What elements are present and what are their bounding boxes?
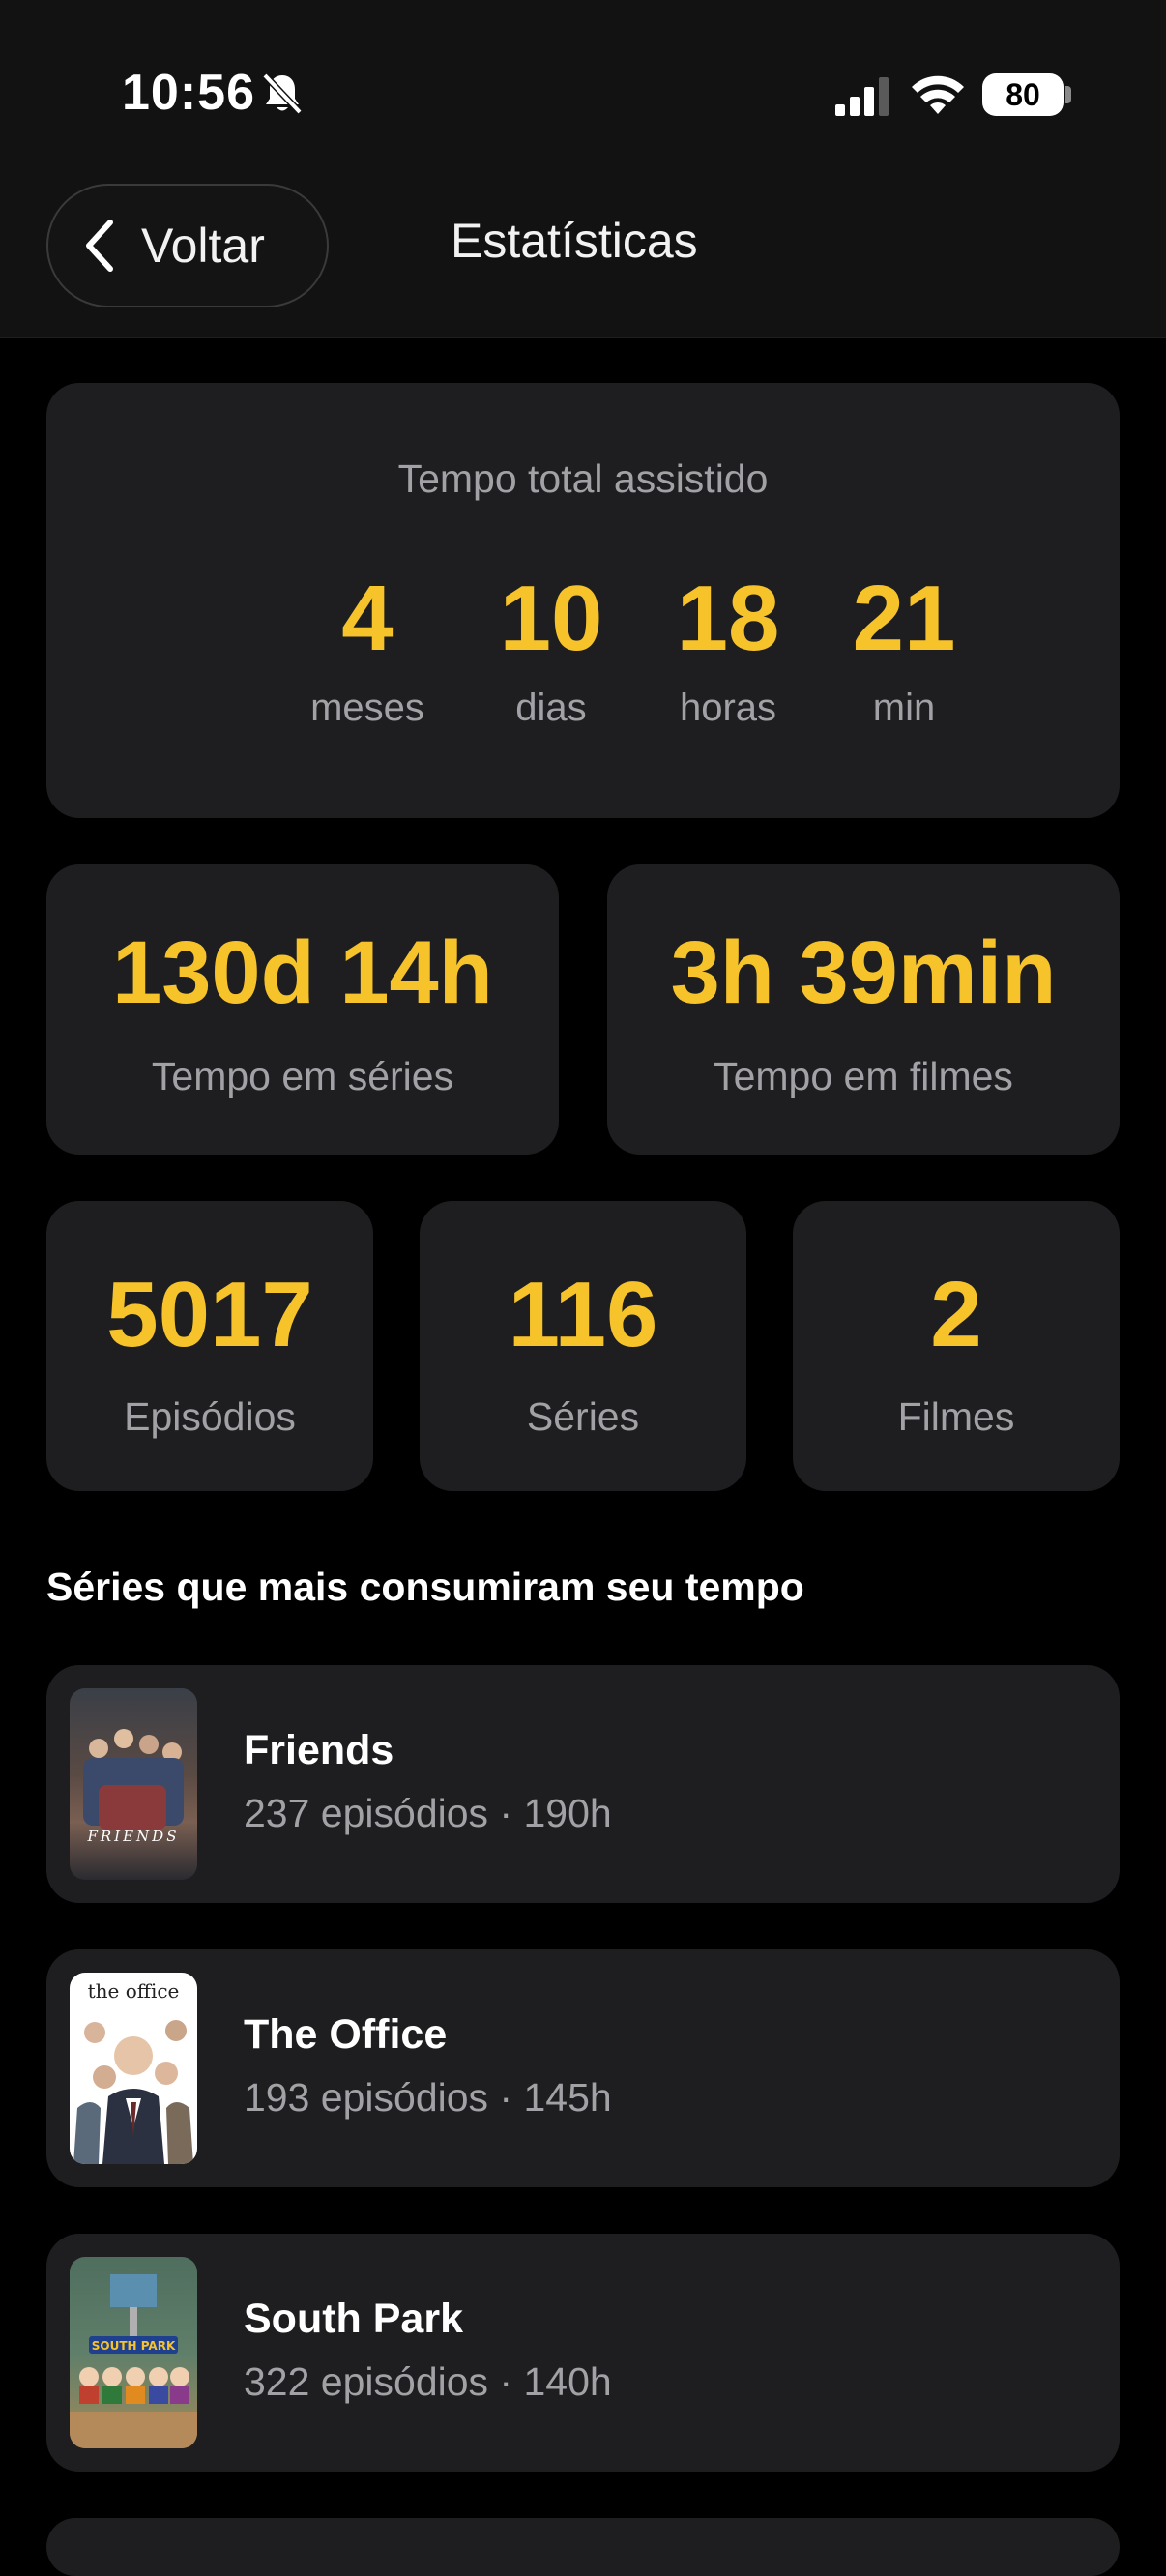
total-hours-value: 18 xyxy=(676,567,780,670)
the-office-poster: the office xyxy=(70,1973,197,2164)
total-months-label: meses xyxy=(310,687,424,729)
series-detail: 322 episódios · 140h xyxy=(244,2359,612,2404)
series-count-card: 116 Séries xyxy=(420,1201,746,1491)
movies-time-value: 3h 39min xyxy=(670,923,1057,1022)
series-row-friends[interactable]: FRIENDS Friends 237 episódios · 190h xyxy=(46,1665,1120,1903)
total-minutes: 21 min xyxy=(817,572,991,730)
series-row-south-park[interactable]: SOUTH PARK South Park 322 episódios · 14… xyxy=(46,2234,1120,2472)
south-park-poster: SOUTH PARK xyxy=(70,2257,197,2448)
total-days-label: dias xyxy=(515,687,587,729)
series-name: The Office xyxy=(244,2011,448,2058)
series-count-value: 116 xyxy=(508,1263,658,1366)
episodes-count-value: 5017 xyxy=(106,1263,313,1366)
wifi-icon xyxy=(912,75,964,114)
movies-count-card: 2 Filmes xyxy=(793,1201,1120,1491)
series-count-label: Séries xyxy=(526,1394,640,1439)
series-detail: 193 episódios · 145h xyxy=(244,2075,612,2120)
series-time-label: Tempo em séries xyxy=(151,1054,454,1098)
status-time: 10:56 xyxy=(122,65,255,121)
total-hours-label: horas xyxy=(679,687,777,729)
total-time-card: Tempo total assistido 4 meses 10 dias 18… xyxy=(46,383,1120,818)
cellular-signal-icon xyxy=(835,77,889,116)
series-time-value: 130d 14h xyxy=(112,923,493,1022)
south-park-poster-art: SOUTH PARK xyxy=(70,2274,197,2448)
total-months-value: 4 xyxy=(341,567,394,670)
total-days-value: 10 xyxy=(499,567,603,670)
bell-slash-icon xyxy=(262,73,303,115)
battery-icon: 80 xyxy=(982,73,1064,116)
top-series-title: Séries que mais consumiram seu tempo xyxy=(46,1565,804,1609)
the-office-poster-art: the office xyxy=(73,1979,193,2164)
episodes-count-card: 5017 Episódios xyxy=(46,1201,373,1491)
total-time-title: Tempo total assistido xyxy=(397,456,769,501)
status-bar: 10:56 80 xyxy=(0,0,1166,184)
back-button-label: Voltar xyxy=(141,219,265,273)
movies-count-label: Filmes xyxy=(897,1394,1015,1439)
movies-count-value: 2 xyxy=(930,1263,982,1366)
series-name: South Park xyxy=(244,2296,463,2342)
series-time-card: 130d 14h Tempo em séries xyxy=(46,864,559,1155)
friends-poster-art: FRIENDS xyxy=(83,1729,184,1845)
episodes-count-label: Episódios xyxy=(124,1394,296,1439)
friends-poster: FRIENDS xyxy=(70,1688,197,1880)
svg-text:FRIENDS: FRIENDS xyxy=(86,1828,179,1845)
series-row-next[interactable] xyxy=(46,2518,1120,2576)
series-detail: 237 episódios · 190h xyxy=(244,1791,612,1835)
page-title: Estatísticas xyxy=(451,214,698,268)
battery-nub xyxy=(1065,86,1071,103)
movies-time-card: 3h 39min Tempo em filmes xyxy=(607,864,1120,1155)
total-minutes-label: min xyxy=(872,687,936,729)
movies-time-label: Tempo em filmes xyxy=(714,1054,1013,1098)
svg-text:the office: the office xyxy=(88,1979,180,2003)
total-days: 10 dias xyxy=(464,572,638,730)
total-hours: 18 horas xyxy=(641,572,815,730)
chevron-left-icon xyxy=(86,220,113,272)
back-button[interactable]: Voltar xyxy=(46,184,329,307)
svg-text:SOUTH PARK: SOUTH PARK xyxy=(92,2339,176,2353)
total-minutes-value: 21 xyxy=(852,567,956,670)
series-name: Friends xyxy=(244,1727,394,1773)
series-row-the-office[interactable]: the office The Office 193 episódios · 14… xyxy=(46,1949,1120,2187)
total-months: 4 meses xyxy=(280,572,454,730)
nav-bar: Voltar Estatísticas xyxy=(0,184,1166,338)
